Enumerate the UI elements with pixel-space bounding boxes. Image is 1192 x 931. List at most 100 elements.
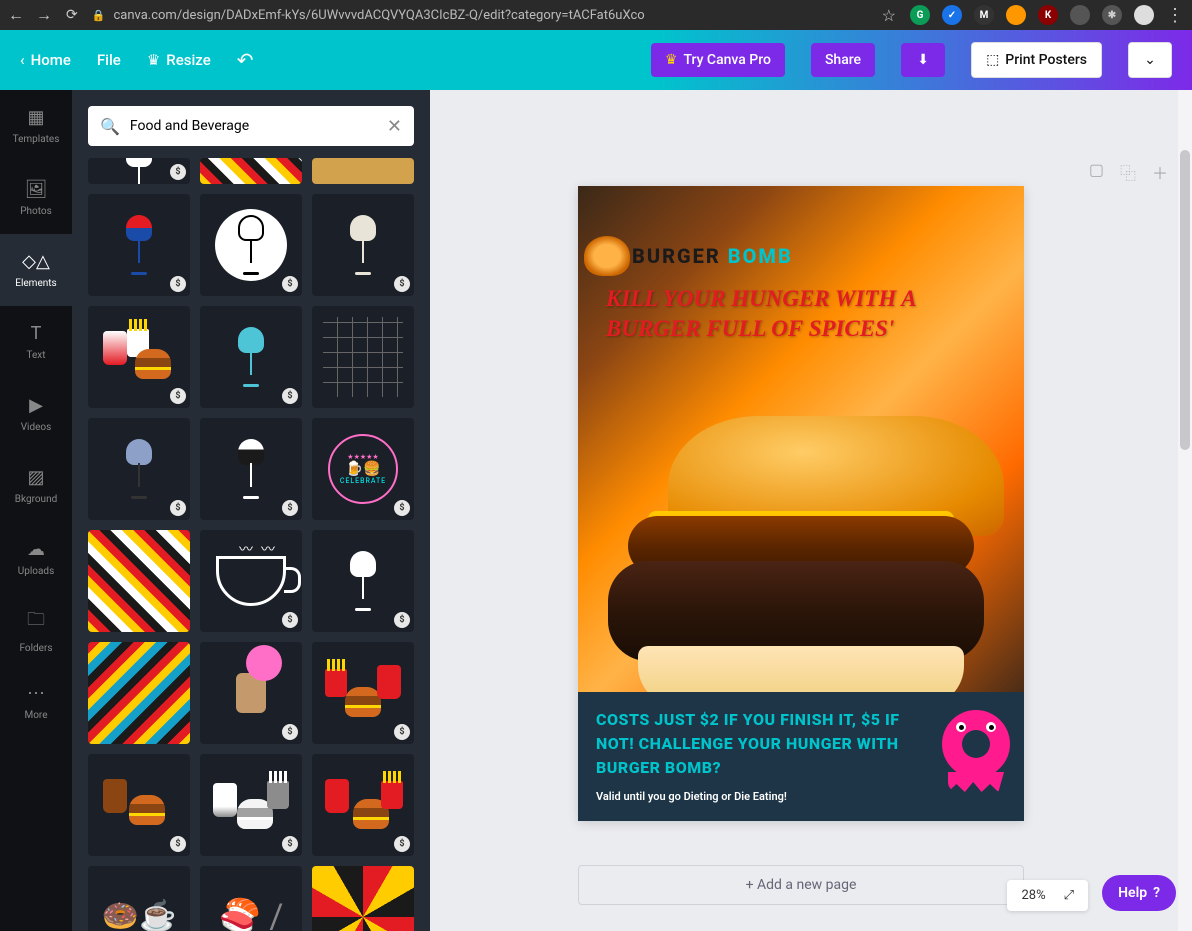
- chevron-left-icon: ‹: [20, 51, 25, 69]
- vertical-scrollbar[interactable]: [1178, 90, 1192, 931]
- duplicate-page-icon[interactable]: ⿻: [1120, 160, 1136, 184]
- element-thumb[interactable]: [200, 158, 302, 184]
- download-button[interactable]: ⬇: [901, 43, 945, 77]
- print-dropdown[interactable]: ⌄: [1128, 42, 1172, 78]
- poster-headline[interactable]: KILL YOUR HUNGER WITH A BURGER FULL OF S…: [606, 284, 1004, 344]
- print-button[interactable]: ⬚ Print Posters: [971, 42, 1102, 78]
- sidebar: ▦Templates 🖼Photos ◇△ Elements TText ▶Vid…: [0, 90, 72, 931]
- canvas-area: ▢ ⿻ ＋ BURGER BOMB KILL YOUR HUNGER WITH …: [430, 90, 1192, 931]
- share-button[interactable]: Share: [811, 43, 875, 77]
- poster-footer[interactable]: COSTS JUST $2 IF YOU FINISH IT, $5 IF NO…: [578, 692, 1024, 821]
- home-button[interactable]: ‹ Home: [20, 51, 71, 69]
- element-thumb[interactable]: [312, 866, 414, 931]
- sidebar-item-more[interactable]: ⋯More: [0, 666, 72, 738]
- sidebar-item-templates[interactable]: ▦Templates: [0, 90, 72, 162]
- file-menu[interactable]: File: [97, 51, 121, 69]
- zoom-control[interactable]: 28% ⤢: [1007, 880, 1088, 911]
- undo-icon[interactable]: ↶: [237, 48, 254, 72]
- add-page-icon[interactable]: ＋: [1152, 160, 1168, 184]
- avatar[interactable]: [1134, 5, 1154, 25]
- chevron-down-icon: ⌄: [1144, 52, 1156, 68]
- search-input[interactable]: [130, 118, 377, 134]
- premium-badge: $: [394, 724, 410, 740]
- address-bar[interactable]: 🔒 canva.com/design/DADxEmf-kYs/6UWvvvdAC…: [92, 8, 868, 23]
- extension-icons: G ✓ M K ✱ ⋮: [910, 5, 1184, 26]
- zoom-value: 28%: [1021, 888, 1045, 903]
- premium-badge: $: [394, 612, 410, 628]
- ext-orange-icon[interactable]: [1006, 5, 1026, 25]
- element-thumb[interactable]: $: [312, 754, 414, 856]
- fullscreen-icon[interactable]: ⤢: [1064, 888, 1074, 903]
- premium-badge: $: [170, 164, 186, 180]
- main-layout: ▦Templates 🖼Photos ◇△ Elements TText ▶Vid…: [0, 90, 1192, 931]
- element-thumb[interactable]: $: [200, 306, 302, 408]
- element-thumb[interactable]: $: [200, 418, 302, 520]
- forward-icon[interactable]: →: [36, 5, 52, 25]
- element-thumb[interactable]: ★★★★★🍺🍔CELEBRATE$: [312, 418, 414, 520]
- premium-badge: $: [170, 836, 186, 852]
- sidebar-item-videos[interactable]: ▶Videos: [0, 378, 72, 450]
- notes-icon[interactable]: ▢: [1089, 160, 1104, 184]
- sidebar-item-text[interactable]: TText: [0, 306, 72, 378]
- print-icon: ⬚: [986, 52, 999, 68]
- element-thumb[interactable]: [312, 306, 414, 408]
- add-page-button[interactable]: + Add a new page: [578, 865, 1024, 905]
- element-thumb[interactable]: $: [88, 306, 190, 408]
- ext-gmail-icon[interactable]: M: [974, 5, 994, 25]
- ext-star-icon[interactable]: ✱: [1102, 5, 1122, 25]
- clear-search-icon[interactable]: ✕: [387, 116, 402, 137]
- brand-text-2: BOMB: [728, 244, 793, 268]
- element-thumb[interactable]: $: [88, 754, 190, 856]
- resize-menu[interactable]: ♛ Resize: [147, 51, 211, 69]
- element-thumb[interactable]: $: [312, 194, 414, 296]
- ext-k-icon[interactable]: K: [1038, 5, 1058, 25]
- browser-menu-icon[interactable]: ⋮: [1166, 5, 1184, 26]
- poster-canvas[interactable]: BURGER BOMB KILL YOUR HUNGER WITH A BURG…: [578, 186, 1024, 821]
- templates-icon: ▦: [27, 107, 44, 128]
- premium-badge: $: [282, 276, 298, 292]
- sidebar-item-folders[interactable]: 🗀Folders: [0, 594, 72, 666]
- sidebar-item-label: Photos: [20, 206, 52, 217]
- sidebar-item-uploads[interactable]: ☁Uploads: [0, 522, 72, 594]
- element-thumb[interactable]: $: [200, 194, 302, 296]
- try-pro-button[interactable]: ♛ Try Canva Pro: [651, 43, 785, 77]
- sidebar-item-label: Elements: [15, 278, 56, 289]
- element-thumb[interactable]: $: [88, 418, 190, 520]
- element-thumb[interactable]: $: [312, 530, 414, 632]
- sidebar-item-elements[interactable]: ◇△ Elements: [0, 234, 72, 306]
- element-thumb[interactable]: [88, 530, 190, 632]
- element-thumb[interactable]: 🍩☕: [88, 866, 190, 931]
- element-thumb[interactable]: 🍣 /: [200, 866, 302, 931]
- element-thumb[interactable]: $: [200, 754, 302, 856]
- premium-badge: $: [282, 500, 298, 516]
- premium-badge: $: [394, 500, 410, 516]
- search-box[interactable]: 🔍 ✕: [88, 106, 414, 146]
- element-thumb[interactable]: [312, 158, 414, 184]
- element-thumb[interactable]: $: [200, 642, 302, 744]
- element-thumb[interactable]: $: [88, 158, 190, 184]
- donut-graphic[interactable]: [942, 710, 1010, 778]
- poster-logo[interactable]: BURGER BOMB: [584, 236, 793, 276]
- sidebar-item-photos[interactable]: 🖼Photos: [0, 162, 72, 234]
- sidebar-item-background[interactable]: ▨Bkground: [0, 450, 72, 522]
- back-icon[interactable]: ←: [8, 5, 24, 25]
- reload-icon[interactable]: ⟳: [66, 7, 78, 23]
- scrollbar-thumb[interactable]: [1180, 150, 1190, 450]
- lock-icon: 🔒: [92, 9, 106, 22]
- help-icon: ?: [1153, 885, 1160, 901]
- element-thumb[interactable]: $: [312, 642, 414, 744]
- download-icon: ⬇: [917, 52, 929, 68]
- element-thumb[interactable]: 〰〰$: [200, 530, 302, 632]
- element-thumb[interactable]: [88, 642, 190, 744]
- ext-gray1-icon[interactable]: [1070, 5, 1090, 25]
- element-thumb[interactable]: $: [88, 194, 190, 296]
- bookmark-icon[interactable]: ☆: [882, 6, 896, 25]
- url-text: canva.com/design/DADxEmf-kYs/6UWvvvdACQV…: [113, 8, 644, 23]
- help-button[interactable]: Help ?: [1102, 875, 1176, 911]
- premium-badge: $: [170, 276, 186, 292]
- ext-grammarly-icon[interactable]: G: [910, 5, 930, 25]
- elements-icon: ◇△: [22, 251, 50, 272]
- text-icon: T: [31, 323, 42, 344]
- footer-main-text: COSTS JUST $2 IF YOU FINISH IT, $5 IF NO…: [596, 708, 936, 780]
- ext-check-icon[interactable]: ✓: [942, 5, 962, 25]
